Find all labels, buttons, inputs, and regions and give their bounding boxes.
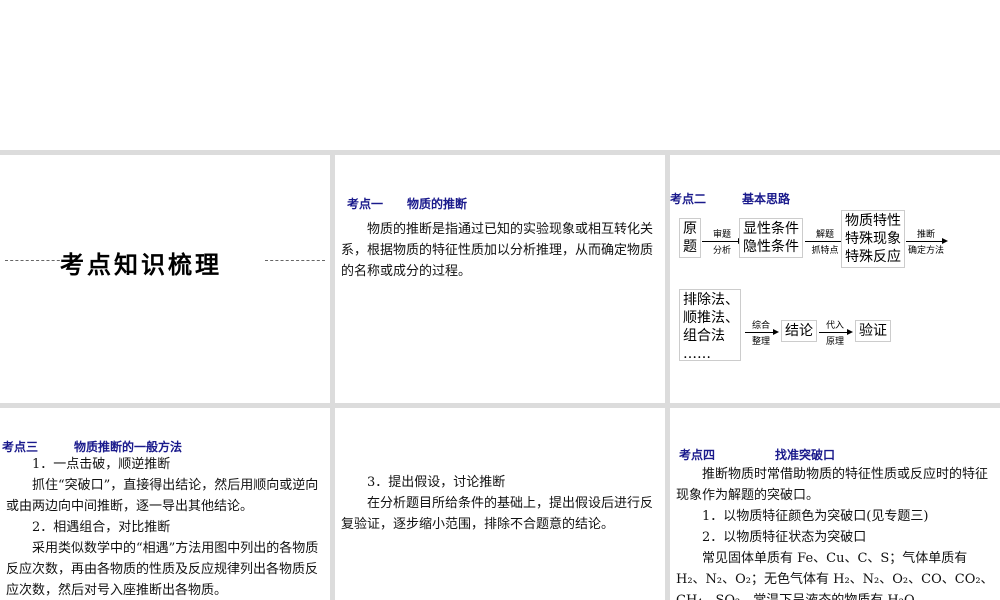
flow-box: 原题 bbox=[679, 218, 701, 258]
flow-box: 验证 bbox=[855, 320, 891, 342]
slide-point-1[interactable]: 考点一 物质的推断 物质的推断是指通过已知的实验现象或相互转化关系，根据物质的特… bbox=[335, 155, 665, 403]
slide-grid: 考点知识梳理 考点一 物质的推断 物质的推断是指通过已知的实验现象或相互转化关系… bbox=[0, 150, 1000, 600]
blank-header bbox=[0, 0, 1000, 150]
flow-arrow: 解题 抓特点 bbox=[805, 227, 847, 256]
flow-box: 排除法、 顺推法、 组合法 …… bbox=[679, 289, 741, 362]
slide-point-3[interactable]: 考点三 物质推断的一般方法 1．一点击破，顺逆推断 抓住“突破口”，直接得出结论… bbox=[0, 408, 330, 600]
slide-point-4[interactable]: 考点四 找准突破口 推断物质时常借助物质的特征性质或反应时的特征现象作为解题的突… bbox=[670, 408, 1000, 600]
heading: 考点一 物质的推断 bbox=[347, 197, 468, 211]
flow-arrow: 代入 原理 bbox=[819, 318, 853, 347]
paragraph: 常见固体单质有 Fe、Cu、C、S；气体单质有 H₂、N₂、O₂；无色气体有 H… bbox=[676, 551, 994, 600]
divider bbox=[5, 260, 65, 261]
slide-title[interactable]: 考点知识梳理 bbox=[0, 155, 330, 403]
heading: 考点四 找准突破口 bbox=[679, 448, 836, 462]
flow-box: 结论 bbox=[781, 320, 817, 342]
flow-arrow: 审题 分析 bbox=[702, 227, 744, 256]
step-title: 3．提出假设，讨论推断 bbox=[367, 475, 506, 490]
flow-arrow: 综合 整理 bbox=[745, 318, 779, 347]
slide-title-text: 考点知识梳理 bbox=[60, 251, 222, 279]
paragraph: 推断物质时常借助物质的特征性质或反应时的特征现象作为解题的突破口。 bbox=[676, 467, 989, 503]
heading: 考点二 基本思路 bbox=[670, 192, 791, 206]
slide-point-3-cont[interactable]: 3．提出假设，讨论推断 在分析题目所给条件的基础上，提出假设后进行反复验证，逐步… bbox=[335, 408, 665, 600]
divider bbox=[265, 260, 325, 261]
body: 物质的推断是指通过已知的实验现象或相互转化关系，根据物质的特征性质加以分析推理，… bbox=[341, 222, 654, 279]
flow-box: 显性条件 隐性条件 bbox=[739, 218, 803, 258]
paragraph: 在分析题目所给条件的基础上，提出假设后进行反复验证，逐步缩小范围，排除不合题意的… bbox=[341, 496, 654, 532]
step-title: 1．以物质特征颜色为突破口(见专题三) bbox=[702, 509, 929, 524]
paragraph: 抓住“突破口”，直接得出结论，然后用顺向或逆向或由两边向中间推断，逐一导出其他结… bbox=[6, 478, 319, 514]
slide-point-2[interactable]: 考点二 基本思路 原题 审题 分析 显性条件 隐性条件 解题 抓特点 物质特性 特殊… bbox=[670, 155, 1000, 403]
step-title: 2．相遇组合，对比推断 bbox=[32, 520, 171, 535]
flow-box: 物质特性 特殊现象 特殊反应 bbox=[841, 210, 905, 268]
heading: 考点三 物质推断的一般方法 bbox=[2, 440, 183, 454]
step-title: 2．以物质特征状态为突破口 bbox=[702, 530, 867, 545]
step-title: 1．一点击破，顺逆推断 bbox=[32, 457, 171, 472]
flow-arrow: 推断 确定方法 bbox=[906, 230, 948, 256]
paragraph: 采用类似数学中的“相遇”方法用图中列出的各物质反应次数，再由各物质的性质及反应规… bbox=[6, 541, 319, 598]
